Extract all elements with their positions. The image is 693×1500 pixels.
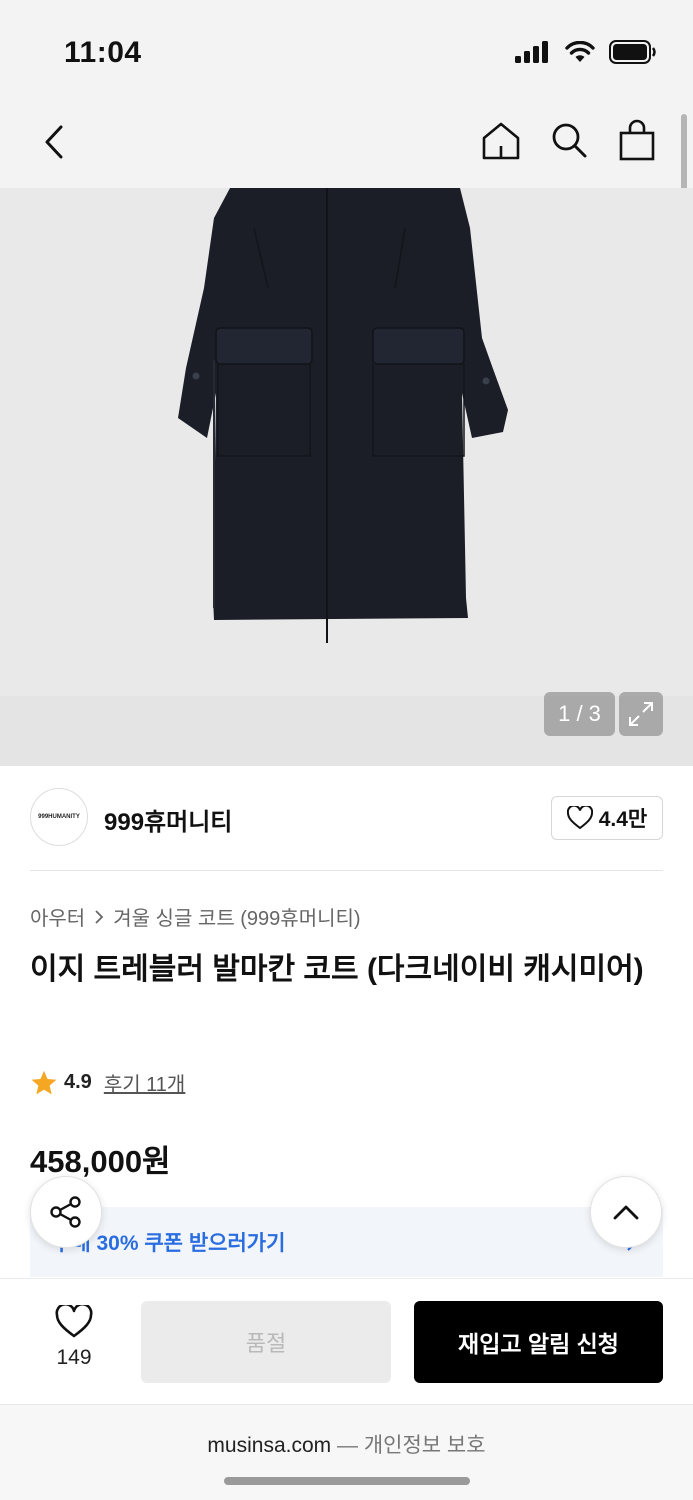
chevron-right-icon	[95, 909, 104, 924]
brand-like-count: 4.4만	[598, 808, 648, 831]
product-price: 458,000원	[30, 1144, 171, 1179]
status-bar: 11:04	[0, 0, 693, 100]
heart-outline-icon	[55, 1302, 93, 1338]
product-image[interactable]: 1 / 3	[0, 188, 693, 766]
rating-row[interactable]: 4.9 후기 11개	[30, 1068, 185, 1097]
rating-score: 4.9	[64, 1071, 92, 1093]
divider	[30, 870, 663, 871]
wifi-icon	[565, 41, 595, 62]
wishlist-button[interactable]: 149	[40, 1302, 108, 1370]
soldout-button[interactable]: 품절	[141, 1301, 391, 1383]
breadcrumb: 아우터 겨울 싱글 코트 (999휴머니티)	[30, 902, 361, 931]
share-button[interactable]	[30, 1176, 102, 1248]
top-nav	[0, 100, 693, 188]
footer-domain[interactable]: musinsa.com	[207, 1434, 331, 1457]
footer-url: musinsa.com — 개인정보 보호	[0, 1429, 693, 1459]
scroll-top-button[interactable]	[590, 1176, 662, 1248]
breadcrumb-child[interactable]: 겨울 싱글 코트 (999휴머니티)	[113, 902, 360, 931]
status-time: 11:04	[64, 36, 142, 69]
image-counter: 1 / 3	[544, 692, 615, 736]
product-title: 이지 트레블러 발마칸 코트 (다크네이비 캐시미어)	[30, 953, 644, 986]
heart-outline-icon	[566, 806, 593, 830]
wishlist-count: 149	[56, 1346, 92, 1369]
back-icon[interactable]	[34, 118, 74, 166]
shopping-bag-icon[interactable]	[617, 118, 657, 162]
chevron-up-icon	[613, 1205, 639, 1220]
browser-footer: musinsa.com — 개인정보 보호	[0, 1404, 693, 1500]
signal-icon	[515, 41, 548, 63]
star-icon	[31, 1070, 57, 1094]
bottom-action-bar: 149 품절 재입고 알림 신청	[0, 1278, 693, 1404]
status-icons	[515, 40, 657, 64]
coupon-banner[interactable]: 구매 30% 쿠폰 받으러가기	[30, 1207, 663, 1277]
restock-alert-button[interactable]: 재입고 알림 신청	[414, 1301, 663, 1383]
breadcrumb-parent[interactable]: 아우터	[30, 902, 85, 931]
brand-like-button[interactable]: 4.4만	[551, 796, 663, 840]
coat-image	[178, 188, 508, 643]
share-icon	[50, 1196, 81, 1228]
footer-privacy[interactable]: 개인정보 보호	[364, 1434, 486, 1457]
brand-name[interactable]: 999휴머니티	[104, 802, 232, 837]
footer-separator: —	[336, 1434, 358, 1457]
battery-icon	[609, 40, 656, 64]
search-icon[interactable]	[549, 118, 589, 162]
home-indicator[interactable]	[224, 1477, 470, 1485]
review-count-link[interactable]: 후기 11개	[104, 1068, 186, 1097]
home-icon[interactable]	[481, 118, 521, 162]
brand-row[interactable]: 999HUMANITY 999휴머니티 4.4만	[30, 786, 663, 848]
brand-logo[interactable]: 999HUMANITY	[30, 788, 88, 846]
expand-icon[interactable]	[619, 692, 663, 736]
